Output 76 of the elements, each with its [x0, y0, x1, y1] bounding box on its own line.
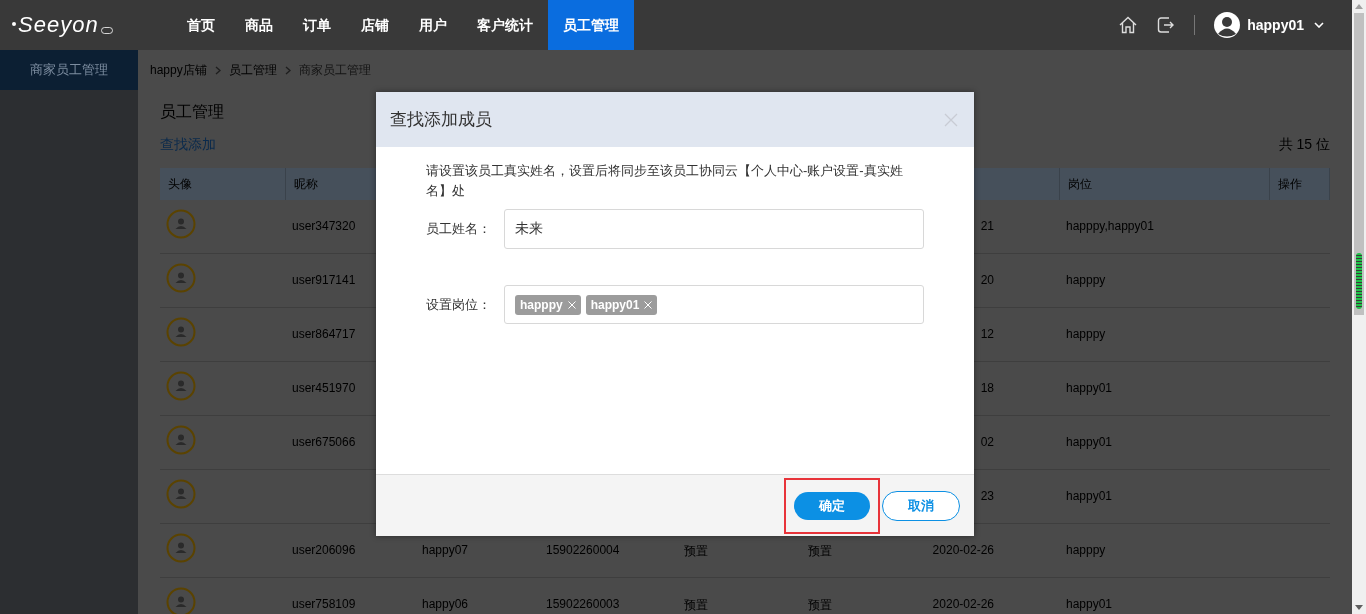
table-cell: user675066 — [292, 435, 356, 449]
avatar-icon — [166, 263, 196, 293]
name-input-field[interactable]: 未来 — [504, 209, 924, 249]
chevron-right-icon — [214, 65, 221, 75]
cancel-button[interactable]: 取消 — [882, 490, 960, 521]
table-cell: user451970 — [292, 381, 356, 395]
position-tag: happy01 — [585, 294, 658, 315]
table-cell: 2020-02-26 — [932, 543, 994, 557]
home-icon[interactable] — [1118, 15, 1139, 35]
avatar-icon — [166, 533, 196, 563]
chevron-down-icon[interactable] — [1314, 22, 1324, 28]
table-cell-text: 18 — [979, 381, 994, 395]
confirm-button[interactable]: 确定 — [794, 491, 870, 520]
table-cell: happy06 — [422, 597, 469, 611]
table-cell: happpy — [1066, 273, 1106, 287]
remove-tag-icon[interactable] — [644, 300, 653, 309]
table-cell: 预置 — [808, 544, 832, 558]
table-cell-text: 12 — [979, 327, 994, 341]
scrollbar[interactable] — [1352, 0, 1366, 614]
table-cell: happy01 — [1066, 435, 1113, 449]
total-count: 共 15 位 — [1278, 136, 1330, 154]
nav-tab[interactable]: 店铺 — [346, 0, 404, 50]
table-cell: happpy,happy01 — [1066, 219, 1154, 233]
remove-tag-icon[interactable] — [567, 300, 576, 309]
table-cell: 预置 — [684, 544, 708, 558]
table-cell: user347320 — [292, 219, 356, 233]
page-title: 员工管理 — [160, 102, 224, 122]
table-cell: happy01 — [1066, 381, 1113, 395]
avatar-icon — [166, 371, 196, 401]
table-cell: 2020-02-26 — [932, 597, 994, 611]
table-cell: 15902260004 — [546, 543, 620, 557]
table-cell: user917141 — [292, 273, 356, 287]
table-cell: happpy — [1066, 543, 1106, 557]
nav-tab[interactable]: 首页 — [172, 0, 230, 50]
nav-tab[interactable]: 用户 — [404, 0, 462, 50]
table-cell: user758109 — [292, 597, 356, 611]
table-cell: 预置 — [684, 598, 708, 612]
table-cell-text: 21 — [979, 219, 994, 233]
table-cell-text: 20 — [979, 273, 994, 287]
nav-tab[interactable]: 客户统计 — [462, 0, 548, 50]
avatar-icon — [166, 317, 196, 347]
column-header: 头像 — [168, 177, 192, 191]
logo: Seeyon — [0, 12, 168, 38]
field-label: 员工姓名： — [426, 220, 492, 238]
user-name[interactable]: happy01 — [1247, 17, 1304, 33]
dialog-title: 查找添加成员 — [390, 109, 492, 131]
logo-badge-icon — [100, 26, 113, 34]
chevron-right-icon — [284, 65, 291, 75]
table-cell: 15902260003 — [546, 597, 620, 611]
nav-tab[interactable]: 订单 — [288, 0, 346, 50]
table-cell: happy01 — [1066, 489, 1113, 503]
position-tag-field[interactable]: happpy happy01 — [504, 285, 924, 324]
table-cell: user206096 — [292, 543, 356, 557]
table-cell: happy01 — [1066, 597, 1113, 611]
scroll-down-icon[interactable] — [1355, 605, 1363, 610]
position-tag: happpy — [515, 294, 581, 315]
table-cell-text: 23 — [979, 489, 994, 503]
nav-tab[interactable]: 员工管理 — [548, 0, 634, 50]
field-label: 设置岗位： — [426, 295, 492, 314]
user-avatar-icon[interactable] — [1213, 11, 1242, 39]
dialog-note: 请设置该员工真实姓名，设置后将同步至该员工协同云【个人中心-账户设置-真实姓名】处 — [426, 162, 904, 200]
table-cell: happy07 — [422, 543, 469, 557]
avatar-icon — [166, 587, 196, 614]
column-header: 昵称 — [294, 177, 318, 191]
table-cell: user864717 — [292, 327, 356, 341]
table-cell: 预置 — [808, 598, 832, 612]
avatar-icon — [166, 425, 196, 455]
column-header: 岗位 — [1068, 177, 1092, 191]
scrollbar-thumb[interactable] — [1354, 13, 1364, 315]
table-cell: happpy — [1066, 327, 1106, 341]
avatar-icon — [166, 479, 196, 509]
table-cell-text: 02 — [979, 435, 994, 449]
nav-tab[interactable]: 商品 — [230, 0, 288, 50]
column-header: 操作 — [1278, 177, 1302, 191]
sidebar-item[interactable]: 商家员工管理 — [0, 50, 138, 90]
avatar-icon — [166, 209, 196, 239]
